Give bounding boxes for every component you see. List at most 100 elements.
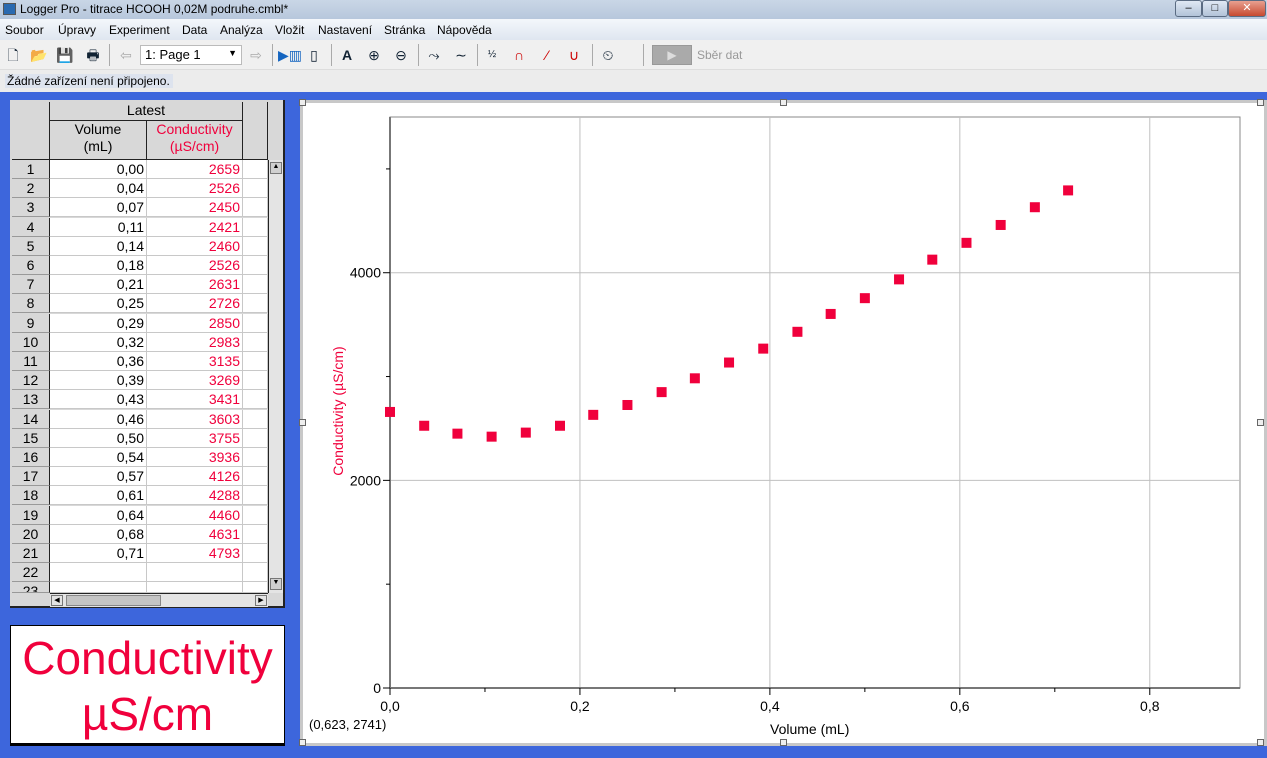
resize-handle[interactable]: [299, 419, 306, 426]
volume-cell[interactable]: 0,50: [50, 428, 147, 448]
resize-handle[interactable]: [780, 99, 787, 106]
scroll-right-icon[interactable]: ▶: [255, 595, 267, 606]
minimize-button[interactable]: –: [1175, 0, 1202, 17]
volume-cell[interactable]: 0,14: [50, 236, 147, 256]
volume-cell[interactable]: [50, 582, 147, 593]
resize-handle[interactable]: [299, 739, 306, 746]
empty-cell[interactable]: [243, 582, 268, 593]
scroll-up-icon[interactable]: ▲: [270, 162, 282, 174]
empty-cell[interactable]: [243, 563, 268, 583]
conductivity-cell[interactable]: 2850: [147, 313, 243, 333]
conductivity-cell[interactable]: [147, 563, 243, 583]
volume-cell[interactable]: 0,07: [50, 198, 147, 218]
curve-fit-icon[interactable]: ∪: [564, 45, 584, 65]
conductivity-cell[interactable]: 2726: [147, 294, 243, 314]
autoscale-icon[interactable]: A: [337, 45, 357, 65]
conductivity-cell[interactable]: 4793: [147, 544, 243, 563]
resize-handle[interactable]: [1257, 419, 1264, 426]
row-header[interactable]: 6: [12, 256, 50, 275]
statistics-icon[interactable]: ½: [482, 45, 502, 65]
volume-cell[interactable]: 0,18: [50, 256, 147, 275]
save-icon[interactable]: 💾: [55, 45, 75, 65]
row-header[interactable]: 5: [12, 236, 50, 256]
conductivity-cell[interactable]: 2526: [147, 179, 243, 199]
row-header[interactable]: 19: [12, 505, 50, 525]
menu-upravy[interactable]: Úpravy: [58, 23, 96, 37]
open-folder-icon[interactable]: 📂: [29, 45, 49, 65]
row-header[interactable]: 16: [12, 448, 50, 467]
close-button[interactable]: ✕: [1228, 0, 1266, 17]
row-header[interactable]: 7: [12, 275, 50, 295]
conductivity-cell[interactable]: 4288: [147, 486, 243, 506]
empty-cell[interactable]: [243, 448, 268, 467]
empty-cell[interactable]: [243, 352, 268, 371]
volume-cell[interactable]: 0,36: [50, 352, 147, 371]
volume-cell[interactable]: [50, 563, 147, 583]
conductivity-cell[interactable]: 2421: [147, 217, 243, 237]
vertical-scrollbar[interactable]: ▲ ▼: [268, 160, 283, 593]
volume-cell[interactable]: 0,00: [50, 160, 147, 179]
print-icon[interactable]: 🖶: [83, 45, 103, 65]
empty-cell[interactable]: [243, 486, 268, 506]
conductivity-cell[interactable]: 2631: [147, 275, 243, 295]
menu-analyza[interactable]: Analýza: [220, 23, 263, 37]
row-header[interactable]: 3: [12, 198, 50, 218]
menu-vlozit[interactable]: Vložit: [275, 23, 304, 37]
conductivity-cell[interactable]: 4460: [147, 505, 243, 525]
row-header[interactable]: 1: [12, 160, 50, 179]
row-header[interactable]: 15: [12, 428, 50, 448]
volume-cell[interactable]: 0,61: [50, 486, 147, 506]
empty-cell[interactable]: [243, 179, 268, 199]
empty-cell[interactable]: [243, 524, 268, 544]
resize-handle[interactable]: [299, 99, 306, 106]
volume-cell[interactable]: 0,11: [50, 217, 147, 237]
menu-soubor[interactable]: Soubor: [5, 23, 44, 37]
menu-data[interactable]: Data: [182, 23, 207, 37]
empty-cell[interactable]: [243, 371, 268, 391]
y-axis-label[interactable]: Conductivity (µS/cm): [330, 321, 346, 501]
conductivity-cell[interactable]: 3603: [147, 409, 243, 429]
conductivity-cell[interactable]: [147, 582, 243, 593]
row-header[interactable]: 9: [12, 313, 50, 333]
conductivity-cell[interactable]: 3936: [147, 448, 243, 467]
row-header[interactable]: 21: [12, 544, 50, 563]
conductivity-cell[interactable]: 3269: [147, 371, 243, 391]
row-header[interactable]: 22: [12, 563, 50, 583]
volume-cell[interactable]: 0,68: [50, 524, 147, 544]
row-header[interactable]: 17: [12, 467, 50, 487]
maximize-button[interactable]: □: [1202, 0, 1228, 17]
volume-cell[interactable]: 0,64: [50, 505, 147, 525]
volume-cell[interactable]: 0,04: [50, 179, 147, 199]
resize-handle[interactable]: [1257, 739, 1264, 746]
volume-cell[interactable]: 0,57: [50, 467, 147, 487]
scroll-thumb[interactable]: [66, 595, 161, 606]
row-header[interactable]: 12: [12, 371, 50, 391]
empty-cell[interactable]: [243, 428, 268, 448]
menu-experiment[interactable]: Experiment: [109, 23, 170, 37]
conductivity-cell[interactable]: 4631: [147, 524, 243, 544]
linear-fit-icon[interactable]: ⁄: [537, 45, 557, 65]
empty-cell[interactable]: [243, 409, 268, 429]
resize-handle[interactable]: [780, 739, 787, 746]
conductivity-cell[interactable]: 2460: [147, 236, 243, 256]
empty-cell[interactable]: [243, 390, 268, 410]
stopwatch-icon[interactable]: ⏲: [598, 45, 618, 65]
conductivity-cell[interactable]: 2526: [147, 256, 243, 275]
empty-cell[interactable]: [243, 236, 268, 256]
tangent-icon[interactable]: ∼: [451, 45, 471, 65]
empty-cell[interactable]: [243, 294, 268, 314]
row-header[interactable]: 10: [12, 332, 50, 352]
empty-cell[interactable]: [243, 505, 268, 525]
empty-cell[interactable]: [243, 275, 268, 295]
row-header[interactable]: 18: [12, 486, 50, 506]
collect-button[interactable]: ▶: [652, 45, 692, 65]
volume-cell[interactable]: 0,43: [50, 390, 147, 410]
integral-icon[interactable]: ∩: [509, 45, 529, 65]
volume-cell[interactable]: 0,32: [50, 332, 147, 352]
conductivity-cell[interactable]: 2983: [147, 332, 243, 352]
scatter-chart[interactable]: 0,0 0,2 0,4 0,6 0,8 0 2000 4000: [303, 103, 1264, 743]
conductivity-cell[interactable]: 2659: [147, 160, 243, 179]
volume-cell[interactable]: 0,46: [50, 409, 147, 429]
page-select[interactable]: 1: Page 1 ▼: [140, 45, 242, 65]
interface-icon[interactable]: ▯: [304, 45, 324, 65]
